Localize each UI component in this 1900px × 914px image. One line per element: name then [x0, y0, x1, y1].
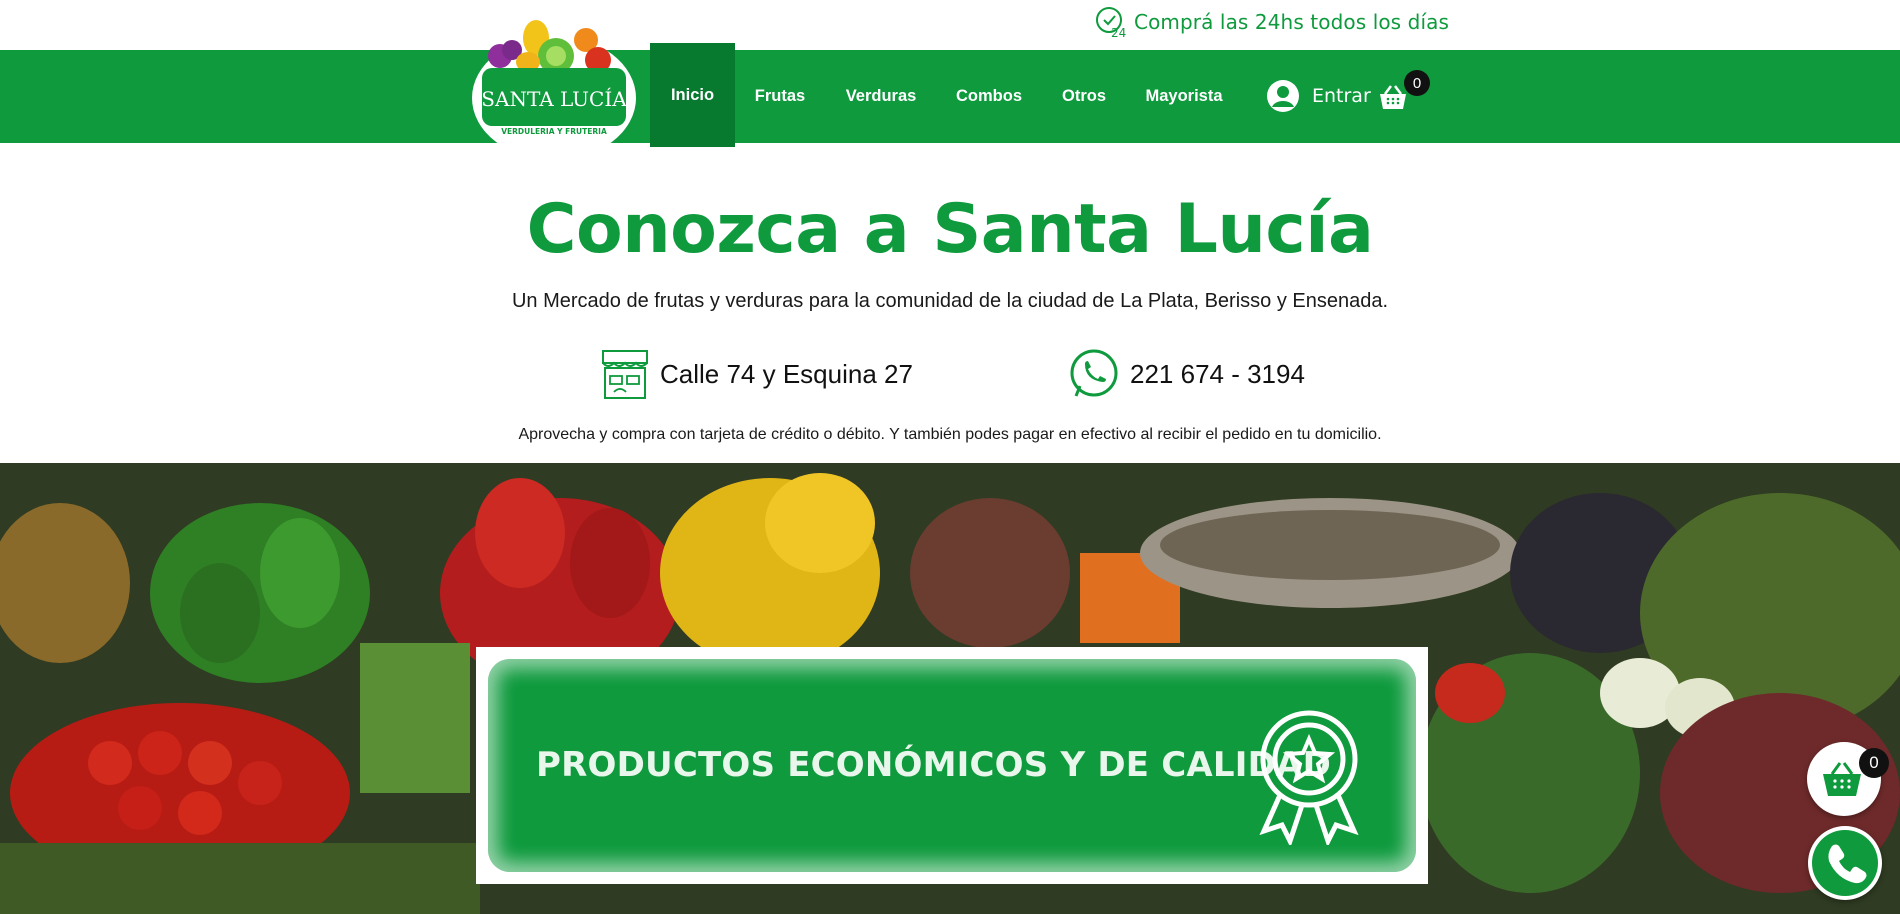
page-title: Conozca a Santa Lucía — [526, 190, 1374, 269]
floating-cart-count: 0 — [1859, 748, 1889, 778]
quality-award-icon — [1259, 710, 1359, 845]
floating-cart-button[interactable]: 0 — [1807, 742, 1889, 816]
nav-item-otros[interactable]: Otros — [1050, 50, 1118, 143]
nav-item-frutas[interactable]: Frutas — [740, 50, 820, 143]
address-text: Calle 74 y Esquina 27 — [660, 358, 913, 389]
brand-logo[interactable]: SANTA LUCÍA VERDULERIA Y FRUTERIA — [470, 18, 638, 160]
svg-text:24: 24 — [1111, 26, 1126, 39]
address-info: Calle 74 y Esquina 27 — [600, 348, 913, 400]
floating-call-button[interactable] — [1808, 826, 1882, 900]
promo-24h: 24 Comprá las 24hs todos los días — [1094, 3, 1449, 41]
banner-text: PRODUCTOS ECONÓMICOS Y DE CALIDAD — [536, 745, 1331, 785]
clock-24h-icon: 24 — [1096, 7, 1126, 39]
nav-item-mayorista[interactable]: Mayorista — [1135, 50, 1233, 143]
payment-note: Aprovecha y compra con tarjeta de crédit… — [518, 426, 1382, 443]
page-subtitle: Un Mercado de frutas y verduras para la … — [511, 290, 1389, 312]
user-avatar-icon — [1267, 80, 1299, 112]
whatsapp-icon — [1070, 349, 1118, 397]
header-cart-button[interactable]: 0 — [1376, 70, 1432, 120]
quality-banner: PRODUCTOS ECONÓMICOS Y DE CALIDAD — [476, 647, 1428, 884]
top-promo-strip: 24 Comprá las 24hs todos los días — [0, 0, 1900, 50]
nav-item-combos[interactable]: Combos — [945, 50, 1033, 143]
main-navbar: Inicio Frutas Verduras Combos Otros Mayo… — [0, 43, 1900, 147]
brand-name: SANTA LUCÍA — [481, 87, 627, 111]
brand-tagline: VERDULERIA Y FRUTERIA — [501, 127, 607, 136]
login-label: Entrar — [1312, 85, 1371, 107]
nav-item-inicio[interactable]: Inicio — [650, 43, 735, 147]
nav-item-verduras[interactable]: Verduras — [835, 50, 927, 143]
phone-info[interactable]: 221 674 - 3194 — [1068, 348, 1305, 400]
promo-text: Comprá las 24hs todos los días — [1134, 10, 1449, 34]
storefront-icon — [602, 350, 648, 399]
header-cart-count: 0 — [1404, 70, 1430, 96]
basket-icon — [1823, 762, 1861, 796]
phone-text: 221 674 - 3194 — [1130, 358, 1305, 389]
phone-icon — [1812, 830, 1878, 896]
login-button[interactable]: Entrar — [1266, 76, 1371, 116]
quality-banner-panel: PRODUCTOS ECONÓMICOS Y DE CALIDAD — [488, 659, 1416, 872]
